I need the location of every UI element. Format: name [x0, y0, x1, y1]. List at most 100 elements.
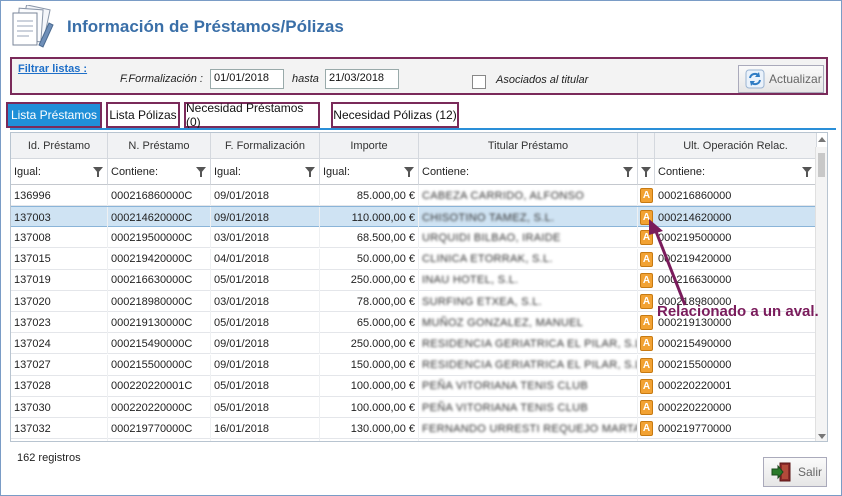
filter-cell-importe[interactable]: Igual:: [320, 159, 419, 185]
cell-n-prestamo-text: 000219770000C: [111, 422, 193, 435]
cell-titular-text: RESIDENCIA GERIATRICA EL PILAR, S.L.: [422, 337, 638, 350]
cell-id-text: 137024: [14, 337, 51, 350]
cell-fecha-text: 05/01/2018: [214, 274, 270, 287]
filter-lists-link[interactable]: Filtrar listas :: [18, 63, 87, 75]
cell-ult-operacion-text: 000219770000: [658, 422, 732, 435]
cell-importe: 50.000,00 €: [320, 248, 419, 270]
tab-necesidad-polizas[interactable]: Necesidad Pólizas (12): [331, 102, 459, 128]
table-row[interactable]: 137033000217310000C09/01/2018132.000,00 …: [11, 439, 817, 441]
cell-id: 137008: [11, 227, 108, 249]
cell-id-text: 137003: [14, 211, 51, 224]
scrollbar-thumb[interactable]: [818, 153, 825, 177]
aval-icon[interactable]: A: [640, 357, 653, 373]
col-header-importe[interactable]: Importe: [320, 133, 419, 159]
cell-n-prestamo-text: 000216630000C: [111, 274, 193, 287]
cell-importe: 65.000,00 €: [320, 312, 419, 334]
cell-n-prestamo: 000217310000C: [108, 439, 211, 441]
funnel-icon[interactable]: [404, 167, 414, 177]
exit-icon: [771, 462, 791, 482]
cell-titular-text: PEÑA VITORIANA TENIS CLUB: [422, 380, 589, 393]
cell-titular: URQUIDI BILBAO, IRAIDE: [419, 227, 638, 249]
cell-importe-text: 150.000,00 €: [350, 359, 415, 372]
filter-cell-aval[interactable]: [638, 159, 655, 185]
cell-importe-text: 130.000,00 €: [350, 422, 415, 435]
aval-icon[interactable]: A: [640, 421, 653, 437]
cell-fecha: 09/01/2018: [211, 354, 320, 376]
table-row[interactable]: 137028 000220220001C 05/01/2018 100.000,00 …: [11, 375, 817, 397]
col-header-id[interactable]: Id. Préstamo: [11, 133, 108, 159]
actualizar-label: Actualizar: [769, 72, 822, 86]
funnel-icon[interactable]: [802, 167, 812, 177]
col-header-ult-operacion[interactable]: Ult. Operación Relac.: [655, 133, 817, 159]
annotation-label: Relacionado a un aval.: [657, 303, 819, 320]
cell-n-prestamo-text: 000214620000C: [111, 211, 193, 224]
scroll-up-icon[interactable]: [818, 137, 826, 142]
tab-lista-prestamos[interactable]: Lista Préstamos: [6, 102, 102, 128]
aval-icon[interactable]: A: [640, 378, 653, 394]
cell-ult-operacion-text: 000220220000: [658, 401, 732, 414]
funnel-icon[interactable]: [641, 167, 651, 177]
scroll-down-icon[interactable]: [818, 434, 826, 439]
cell-titular: RESIDENCIA GERIATRICA EL PILAR, S.L.: [419, 333, 638, 355]
tab-lista-polizas[interactable]: Lista Pólizas: [106, 102, 180, 128]
cell-id-text: 137027: [14, 359, 51, 372]
cell-importe: 130.000,00 €: [320, 418, 419, 440]
table-row[interactable]: 137030 000220220000C 05/01/2018 100.000,00 …: [11, 397, 817, 418]
cell-titular: FERNANDO URRESTI REQUEJO MARTA: [419, 418, 638, 440]
cell-titular-text: PEÑA VITORIANA TENIS CLUB: [422, 401, 589, 414]
table-row[interactable]: 136996 000216860000C 09/01/2018 85.000,00 €…: [11, 185, 817, 206]
funnel-icon[interactable]: [305, 167, 315, 177]
asociados-label: Asociados al titular: [496, 74, 589, 86]
cell-n-prestamo: 000219770000C: [108, 418, 211, 440]
table-row[interactable]: 137027 000215500000C 09/01/2018 150.000,00 …: [11, 354, 817, 376]
table-row[interactable]: 137024 000215490000C 09/01/2018 250.000,00 …: [11, 333, 817, 355]
cell-n-prestamo: 000219130000C: [108, 312, 211, 334]
aval-icon[interactable]: A: [640, 400, 653, 415]
filter-cell-fecha[interactable]: Igual:: [211, 159, 320, 185]
asociados-checkbox[interactable]: [472, 75, 486, 89]
cell-titular-text: SURFING ETXEA, S.L.: [422, 295, 543, 308]
cell-n-prestamo: 000215500000C: [108, 354, 211, 376]
filter-cell-ult-operacion[interactable]: Contiene:: [655, 159, 817, 185]
funnel-icon[interactable]: [196, 167, 206, 177]
cell-n-prestamo-text: 000219420000C: [111, 253, 193, 266]
col-header-titular[interactable]: Titular Préstamo: [419, 133, 638, 159]
cell-importe-text: 250.000,00 €: [350, 337, 415, 350]
filter-cell-n-prestamo[interactable]: Contiene:: [108, 159, 211, 185]
filter-operator: Igual:: [14, 165, 41, 178]
cell-titular: CABEZA CARRIDO, ALFONSO: [419, 185, 638, 206]
col-header-n-prestamo[interactable]: N. Préstamo: [108, 133, 211, 159]
cell-titular: INAU HOTEL, S.L.: [419, 269, 638, 291]
funnel-icon[interactable]: [93, 167, 103, 177]
cell-id-text: 137020: [14, 295, 51, 308]
cell-importe: 150.000,00 €: [320, 354, 419, 376]
salir-button[interactable]: Salir: [763, 457, 827, 487]
app-window: Información de Préstamos/Pólizas Filtrar…: [0, 0, 842, 496]
aval-icon[interactable]: A: [640, 315, 653, 331]
cell-id-text: 137030: [14, 401, 51, 414]
col-header-fecha[interactable]: F. Formalización: [211, 133, 320, 159]
aval-icon[interactable]: A: [640, 336, 653, 352]
filter-cell-id[interactable]: Igual:: [11, 159, 108, 185]
col-header-aval[interactable]: [638, 133, 655, 159]
aval-icon[interactable]: A: [640, 188, 653, 203]
cell-fecha: 09/01/2018: [211, 333, 320, 355]
cell-n-prestamo-text: 000216860000C: [111, 189, 193, 202]
date-to-field[interactable]: 21/03/2018: [325, 69, 399, 89]
tab-necesidad-prestamos[interactable]: Necesidad Préstamos (0): [184, 101, 320, 129]
cell-id-text: 137028: [14, 380, 51, 393]
cell-fecha-text: 16/01/2018: [214, 422, 270, 435]
date-from-field[interactable]: 01/01/2018: [210, 69, 284, 89]
actualizar-button[interactable]: Actualizar: [738, 65, 824, 93]
table-row[interactable]: 137032 000219770000C 16/01/2018 130.000,00 …: [11, 418, 817, 440]
filter-operator: Contiene:: [422, 165, 470, 178]
vertical-scrollbar[interactable]: [815, 137, 827, 441]
cell-n-prestamo: 000220220000C: [108, 397, 211, 418]
cell-id: 137032: [11, 418, 108, 440]
cell-titular: CLINICA ETORRAK, S.L.: [419, 248, 638, 270]
filter-cell-titular[interactable]: Contiene:: [419, 159, 638, 185]
funnel-icon[interactable]: [623, 167, 633, 177]
cell-fecha: 09/01/2018: [211, 185, 320, 206]
cell-importe-text: 85.000,00 €: [356, 189, 415, 202]
cell-n-prestamo-text: 000215490000C: [111, 337, 193, 350]
